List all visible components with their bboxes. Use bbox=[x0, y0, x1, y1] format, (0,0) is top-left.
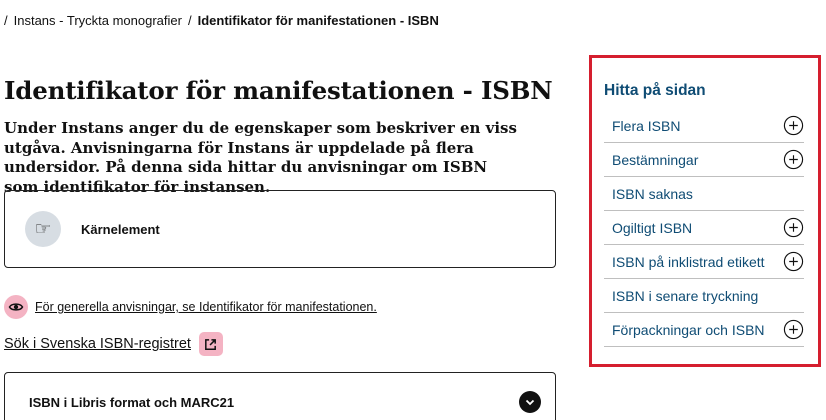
toc-heading: Hitta på sidan bbox=[604, 82, 706, 99]
toc-item-flera-isbn[interactable]: Flera ISBN bbox=[604, 109, 804, 143]
core-element-card: ☞ Kärnelement bbox=[4, 190, 556, 268]
toc-item-ogiltigt-isbn[interactable]: Ogiltigt ISBN bbox=[604, 211, 804, 245]
toc-item-label: ISBN i senare tryckning bbox=[612, 287, 759, 304]
toc-item-label: ISBN saknas bbox=[612, 185, 693, 202]
plus-circle-icon[interactable] bbox=[783, 149, 804, 170]
plus-circle-icon[interactable] bbox=[783, 319, 804, 340]
core-element-label: Kärnelement bbox=[81, 221, 160, 237]
breadcrumb-current: Identifikator för manifestationen - ISBN bbox=[197, 13, 439, 28]
toc-item-label: Ogiltigt ISBN bbox=[612, 219, 693, 236]
general-guidance-row: För generella anvisningar, se Identifika… bbox=[4, 295, 377, 319]
breadcrumb-parent-link[interactable]: Instans - Tryckta monografier bbox=[14, 13, 182, 28]
isbn-registry-link[interactable]: Sök i Svenska ISBN-registret bbox=[4, 336, 191, 352]
toc-item-label: Bestämningar bbox=[612, 151, 699, 168]
toc-item-bestamningar[interactable]: Bestämningar bbox=[604, 143, 804, 177]
plus-circle-icon[interactable] bbox=[783, 217, 804, 238]
toc-list: Flera ISBN Bestämningar ISBN saknas Ogil… bbox=[604, 109, 804, 347]
general-guidance-link[interactable]: För generella anvisningar, se Identifika… bbox=[35, 300, 377, 314]
toc-item-label: Förpackningar och ISBN bbox=[612, 321, 765, 338]
accordion-label: ISBN i Libris format och MARC21 bbox=[29, 394, 235, 410]
toc-item-isbn-inklistrad-etikett[interactable]: ISBN på inklistrad etikett bbox=[604, 245, 804, 279]
external-link-icon[interactable] bbox=[198, 332, 223, 356]
toc-item-forpackningar[interactable]: Förpackningar och ISBN bbox=[604, 313, 804, 347]
breadcrumb-separator: / bbox=[187, 13, 192, 28]
registry-row: Sök i Svenska ISBN-registret bbox=[4, 332, 223, 356]
breadcrumb: / Instans - Tryckta monografier / Identi… bbox=[4, 13, 439, 28]
toc-item-label: ISBN på inklistrad etikett bbox=[612, 253, 765, 270]
lead-paragraph: Under Instans anger du de egenskaper som… bbox=[4, 119, 517, 196]
table-of-contents: Hitta på sidan Flera ISBN Bestämningar I… bbox=[589, 55, 821, 367]
eye-icon bbox=[4, 295, 28, 319]
toc-item-isbn-senare-tryckning[interactable]: ISBN i senare tryckning bbox=[604, 279, 804, 313]
plus-circle-icon[interactable] bbox=[783, 251, 804, 272]
chevron-down-icon[interactable] bbox=[519, 391, 541, 413]
page-title: Identifikator för manifestationen - ISBN bbox=[4, 76, 553, 105]
pointing-hand-icon: ☞ bbox=[25, 211, 61, 247]
toc-item-isbn-saknas[interactable]: ISBN saknas bbox=[604, 177, 804, 211]
breadcrumb-separator: / bbox=[4, 13, 8, 28]
marc21-accordion[interactable]: ISBN i Libris format och MARC21 bbox=[4, 372, 556, 420]
toc-item-label: Flera ISBN bbox=[612, 117, 681, 134]
plus-circle-icon[interactable] bbox=[783, 115, 804, 136]
